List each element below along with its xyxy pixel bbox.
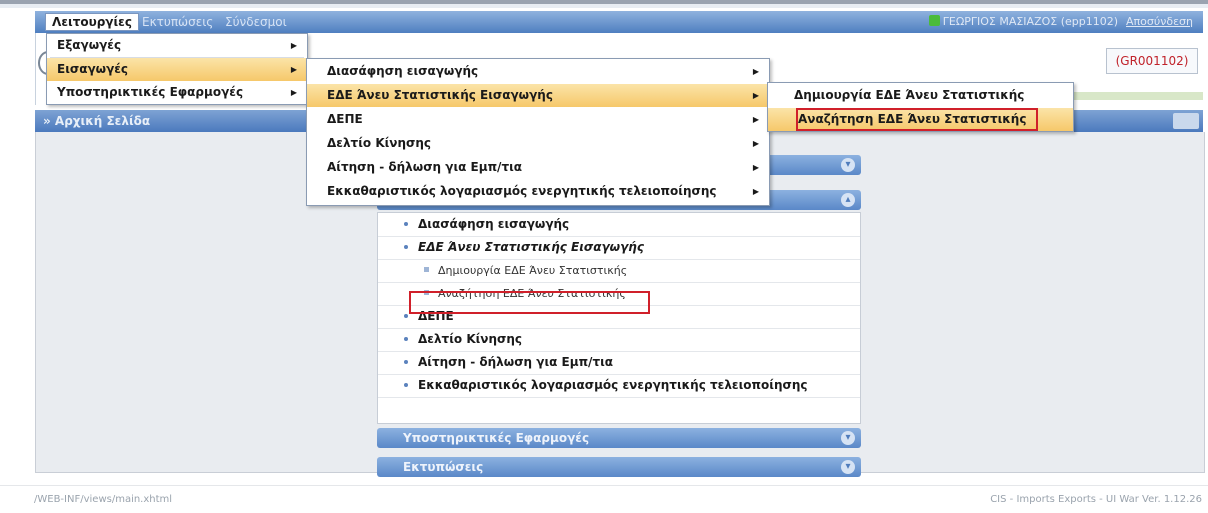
user-name: ΓΕΩΡΓΙΟΣ ΜΑΣΙΑΖΟΣ (epp1102) <box>942 15 1119 28</box>
list-item-label[interactable]: Εκκαθαριστικός λογαριασμός ενεργητικής τ… <box>418 374 807 397</box>
menu-item-eisagoges[interactable]: Εισαγωγές ▶ <box>47 58 307 81</box>
menu-item[interactable]: Δελτίο Κίνησης ▶ <box>307 132 769 155</box>
submenu-arrow-icon: ▶ <box>290 88 297 97</box>
list-item-label[interactable]: Δελτίο Κίνησης <box>418 328 522 351</box>
submenu-arrow-icon: ▶ <box>290 65 297 74</box>
bullet-icon <box>404 222 408 226</box>
user-icon <box>928 15 940 26</box>
menu-item-label: Υποστηρικτικές Εφαρμογές <box>57 85 244 99</box>
submenu-arrow-icon: ▶ <box>752 91 759 100</box>
top-nav-bar: Λειτουργίες Εκτυπώσεις Σύνδεσμοι ΓΕΩΡΓΙΟ… <box>35 11 1203 33</box>
chevron-down-icon[interactable]: ▾ <box>841 431 855 445</box>
window-frame-inner <box>0 4 1208 8</box>
list-item[interactable]: Αίτηση - δήλωση για Εμπ/τια <box>378 351 860 375</box>
bullet-icon <box>404 337 408 341</box>
square-bullet-icon <box>424 267 429 272</box>
panel-bar-label: Εκτυπώσεις <box>403 460 484 474</box>
menu-item[interactable]: Εκκαθαριστικός λογαριασμός ενεργητικής τ… <box>307 180 769 203</box>
submenu-arrow-icon: ▶ <box>752 163 759 172</box>
submenu-arrow-icon: ▶ <box>752 139 759 148</box>
list-subitem[interactable]: Δημιουργία ΕΔΕ Άνευ Στατιστικής <box>378 259 860 283</box>
bullet-icon <box>404 245 408 249</box>
bullet-icon <box>404 383 408 387</box>
chevron-down-icon[interactable]: ▾ <box>841 158 855 172</box>
menu-eisagoges: Διασάφηση εισαγωγής ▶ ΕΔΕ Άνευ Στατιστικ… <box>306 58 770 206</box>
menu-item-label: Διασάφηση εισαγωγής <box>327 64 479 78</box>
menu-item[interactable]: Αίτηση - δήλωση για Εμπ/τια ▶ <box>307 156 769 179</box>
list-item-label[interactable]: Διασάφηση εισαγωγής <box>418 213 569 236</box>
menu-item-label: Εισαγωγές <box>57 62 129 76</box>
tab-ektyposeis[interactable]: Εκτυπώσεις <box>142 14 213 30</box>
tab-leitourgies[interactable]: Λειτουργίες <box>45 13 139 31</box>
list-item[interactable]: ΕΔΕ Άνευ Στατιστικής Εισαγωγής <box>378 236 860 260</box>
breadcrumb-tab[interactable] <box>1173 113 1199 129</box>
menu-item-label: ΕΔΕ Άνευ Στατιστικής Εισαγωγής <box>327 88 553 102</box>
list-item-label[interactable]: ΕΔΕ Άνευ Στατιστικής Εισαγωγής <box>418 236 644 259</box>
menu-leitourgies: Εξαγωγές ▶ Εισαγωγές ▶ Υποστηρικτικές Εφ… <box>46 33 308 105</box>
menu-item[interactable]: ΔΕΠΕ ▶ <box>307 108 769 131</box>
chevron-up-icon[interactable]: ▴ <box>841 193 855 207</box>
menu-item-label: Εκκαθαριστικός λογαριασμός ενεργητικής τ… <box>327 184 717 198</box>
footer-version: CIS - Imports Exports - UI War Ver. 1.12… <box>990 494 1202 505</box>
list-subitem-label[interactable]: Δημιουργία ΕΔΕ Άνευ Στατιστικής <box>438 259 627 282</box>
list-item[interactable]: Εκκαθαριστικός λογαριασμός ενεργητικής τ… <box>378 374 860 398</box>
submenu-arrow-icon: ▶ <box>752 187 759 196</box>
submenu-arrow-icon: ▶ <box>290 41 297 50</box>
panel-bar-label: Υποστηρικτικές Εφαρμογές <box>403 431 590 445</box>
tab-syndesmoi[interactable]: Σύνδεσμοι <box>225 14 287 30</box>
breadcrumb-home[interactable]: » Αρχική Σελίδα <box>43 112 150 130</box>
menu-item-label: Δημιουργία ΕΔΕ Άνευ Στατιστικής <box>794 88 1025 102</box>
user-area: ΓΕΩΡΓΙΟΣ ΜΑΣΙΑΖΟΣ (epp1102) Αποσύνδεση <box>928 14 1193 30</box>
menu-item-ede-anev[interactable]: ΕΔΕ Άνευ Στατιστικής Εισαγωγής ▶ <box>307 84 769 107</box>
menu-item-dimiourgia[interactable]: Δημιουργία ΕΔΕ Άνευ Στατιστικής <box>768 84 1073 107</box>
menu-item-label: ΔΕΠΕ <box>327 112 363 126</box>
menu-item-label: Δελτίο Κίνησης <box>327 136 432 150</box>
chevron-down-icon[interactable]: ▾ <box>841 460 855 474</box>
menu-item-exagoges[interactable]: Εξαγωγές ▶ <box>47 34 307 57</box>
submenu-arrow-icon: ▶ <box>752 67 759 76</box>
office-code-badge: (GR001102) <box>1106 48 1198 74</box>
list-item[interactable]: Διασάφηση εισαγωγής <box>378 213 860 237</box>
footer-path: /WEB-INF/views/main.xhtml <box>34 494 173 505</box>
menu-item-label: Εξαγωγές <box>57 38 122 52</box>
annotation-highlight-box <box>796 108 1038 131</box>
bullet-icon <box>404 360 408 364</box>
bullet-icon <box>404 314 408 318</box>
list-item[interactable]: Δελτίο Κίνησης <box>378 328 860 352</box>
panel-list: Διασάφηση εισαγωγής ΕΔΕ Άνευ Στατιστικής… <box>377 212 861 424</box>
footer-divider <box>0 485 1208 486</box>
logout-link[interactable]: Αποσύνδεση <box>1126 15 1193 28</box>
submenu-arrow-icon: ▶ <box>752 115 759 124</box>
panel-bar-ektyposeis[interactable]: Εκτυπώσεις ▾ <box>377 457 861 477</box>
panel-bar-ypostiriktikes[interactable]: Υποστηρικτικές Εφαρμογές ▾ <box>377 428 861 448</box>
annotation-highlight-box <box>409 291 650 314</box>
menu-item-label: Αίτηση - δήλωση για Εμπ/τια <box>327 160 523 174</box>
menu-item[interactable]: Διασάφηση εισαγωγής ▶ <box>307 60 769 83</box>
list-item-label[interactable]: Αίτηση - δήλωση για Εμπ/τια <box>418 351 613 374</box>
menu-item-ypostiriktikes[interactable]: Υποστηρικτικές Εφαρμογές ▶ <box>47 81 307 104</box>
